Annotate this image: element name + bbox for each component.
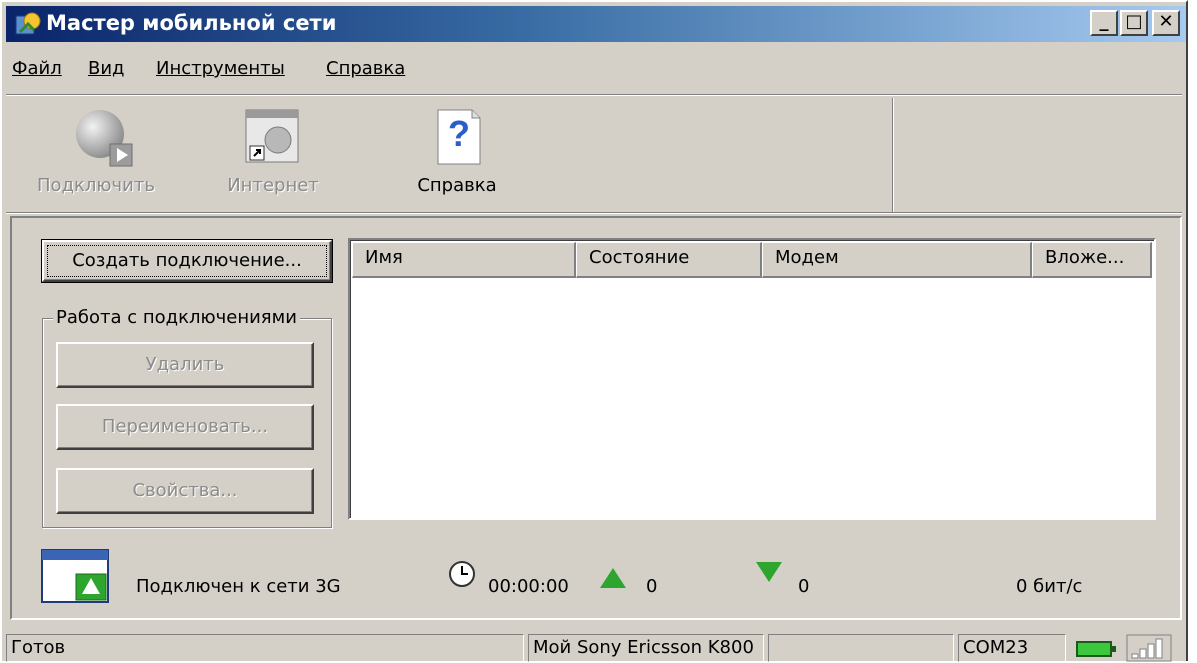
delete-label: Удалить xyxy=(145,354,225,375)
network-status-icon xyxy=(41,549,109,603)
status-empty-panel xyxy=(768,634,954,662)
window-title: Мастер мобильной сети xyxy=(46,11,337,35)
minimize-button[interactable]: _ xyxy=(1090,10,1118,36)
column-header-name[interactable]: Имя xyxy=(352,242,576,278)
globe-play-icon xyxy=(76,110,133,167)
column-header-state[interactable]: Состояние xyxy=(576,242,762,278)
menu-view[interactable]: Вид xyxy=(88,58,125,79)
close-icon: ✕ xyxy=(1158,11,1174,32)
svg-text:?: ? xyxy=(448,113,470,154)
battery-icon xyxy=(1076,641,1116,657)
bytes-sent: 0 xyxy=(646,576,658,597)
help-question-icon: ? xyxy=(437,109,481,165)
download-arrow-icon xyxy=(756,562,782,582)
toolbar-bottom-separator xyxy=(6,212,1182,214)
title-bar[interactable]: Мастер мобильной сети _ □ ✕ xyxy=(6,6,1186,42)
internet-button[interactable]: Интернет xyxy=(208,102,338,208)
status-device-panel: Мой Sony Ericsson K800 xyxy=(528,634,764,662)
help-button[interactable]: ? Справка xyxy=(402,102,512,208)
maximize-button[interactable]: □ xyxy=(1120,10,1148,36)
delete-button[interactable]: Удалить xyxy=(56,342,314,388)
toolbar-separator xyxy=(892,98,894,214)
upload-arrow-icon xyxy=(600,568,626,588)
properties-button[interactable]: Свойства... xyxy=(56,468,314,514)
connections-list[interactable]: Имя Состояние Модем Вложе... xyxy=(348,238,1156,520)
main-window: Мастер мобильной сети _ □ ✕ Файл Вид Инс… xyxy=(0,0,1190,663)
connection-status-text: Подключен к сети 3G xyxy=(136,576,341,597)
internet-shortcut-icon xyxy=(245,109,299,163)
help-label: Справка xyxy=(417,175,497,196)
clock-icon xyxy=(449,561,475,587)
maximize-icon: □ xyxy=(1125,11,1143,32)
status-state-panel: Готов xyxy=(6,634,524,662)
internet-label: Интернет xyxy=(227,175,319,196)
column-header-modem[interactable]: Модем xyxy=(762,242,1032,278)
menu-file[interactable]: Файл xyxy=(12,58,62,79)
connection-duration: 00:00:00 xyxy=(488,576,569,597)
focus-rect xyxy=(47,245,327,277)
connect-button[interactable]: Подключить xyxy=(16,102,176,208)
bytes-received: 0 xyxy=(798,576,810,597)
menu-help[interactable]: Справка xyxy=(326,58,405,79)
network-wizard-icon xyxy=(15,12,41,35)
rename-button[interactable]: Переименовать... xyxy=(56,404,314,450)
close-button[interactable]: ✕ xyxy=(1152,10,1180,36)
menu-separator xyxy=(6,94,1182,96)
status-port-panel: COM23 xyxy=(958,634,1066,662)
status-bar: Готов Мой Sony Ericsson K800 COM23 xyxy=(2,630,1190,663)
connect-label: Подключить xyxy=(37,175,155,196)
signal-strength-icon xyxy=(1126,634,1172,662)
menu-tools[interactable]: Инструменты xyxy=(156,58,285,79)
group-title: Работа с подключениями xyxy=(53,307,300,328)
column-header-attachments[interactable]: Вложе... xyxy=(1032,242,1152,278)
minimize-icon: _ xyxy=(1099,11,1109,32)
rename-label: Переименовать... xyxy=(101,416,269,437)
create-connection-button[interactable]: Создать подключение... xyxy=(41,239,333,283)
connection-speed: 0 бит/с xyxy=(1016,576,1083,597)
properties-label: Свойства... xyxy=(132,480,238,501)
